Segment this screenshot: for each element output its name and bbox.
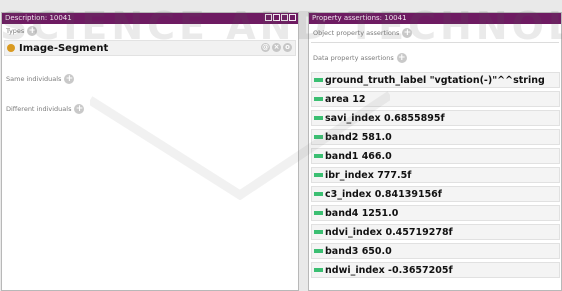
data-property-icon (314, 211, 323, 215)
add-same-individual-icon[interactable]: + (64, 74, 75, 84)
section-divider (311, 42, 559, 43)
different-individuals-label: Different individuals (6, 105, 72, 113)
add-data-property-icon[interactable]: + (396, 53, 407, 63)
data-property-icon (314, 192, 323, 196)
data-property-assertion: c3_index 0.84139156f (325, 188, 442, 200)
add-object-property-icon[interactable]: + (402, 28, 413, 38)
data-property-icon (314, 154, 323, 158)
object-property-label: Object property assertions (313, 29, 400, 37)
close-icon[interactable] (289, 14, 296, 21)
type-item-actions: @ × o (261, 43, 292, 52)
description-title: Description: 10041 (5, 14, 72, 22)
add-different-individual-icon[interactable]: + (74, 104, 85, 114)
data-property-section: Data property assertions + (309, 47, 561, 69)
class-icon (7, 44, 15, 52)
same-individuals-label: Same individuals (6, 75, 62, 83)
types-label: Types (6, 27, 25, 35)
data-property-assertion: ndwi_index -0.3657205f (325, 264, 453, 276)
data-property-row[interactable]: ibr_index 777.5f (311, 167, 560, 183)
maximize-icon[interactable] (281, 14, 288, 21)
data-property-icon (314, 249, 323, 253)
data-property-row[interactable]: band2 581.0 (311, 129, 560, 145)
info-icon[interactable]: @ (261, 43, 270, 52)
data-property-assertion: ndvi_index 0.45719278f (325, 226, 453, 238)
data-property-row[interactable]: band1 466.0 (311, 148, 560, 164)
object-property-section: Object property assertions + (309, 24, 561, 42)
data-property-assertion: ground_truth_label "vgtation(-)"^^string (325, 74, 545, 86)
data-property-assertion: savi_index 0.6855895f (325, 112, 445, 124)
data-property-icon (314, 78, 323, 82)
type-item[interactable]: Image-Segment @ × o (4, 40, 296, 56)
data-property-assertion: band3 650.0 (325, 245, 392, 257)
minimize-icon[interactable] (273, 14, 280, 21)
edit-icon[interactable]: o (283, 43, 292, 52)
data-property-row[interactable]: band4 1251.0 (311, 205, 560, 221)
window-controls (265, 14, 296, 21)
data-property-icon (314, 230, 323, 234)
data-property-icon (314, 97, 323, 101)
property-assertions-panel: Property assertions: 10041 Object proper… (308, 12, 562, 291)
data-property-row[interactable]: ndwi_index -0.3657205f (311, 262, 560, 278)
data-property-assertion: band2 581.0 (325, 131, 392, 143)
type-item-label: Image-Segment (19, 42, 109, 54)
data-property-row[interactable]: c3_index 0.84139156f (311, 186, 560, 202)
property-assertions-titlebar: Property assertions: 10041 (309, 13, 561, 24)
types-section: Types + (2, 24, 298, 38)
data-property-row[interactable]: area 12 (311, 91, 560, 107)
property-assertions-title: Property assertions: 10041 (312, 14, 407, 22)
pin-icon[interactable] (265, 14, 272, 21)
different-individuals-section: Different individuals + (2, 102, 298, 116)
data-property-icon (314, 135, 323, 139)
data-property-icon (314, 116, 323, 120)
data-property-assertion: area 12 (325, 93, 366, 105)
data-property-row[interactable]: band3 650.0 (311, 243, 560, 259)
data-property-list: ground_truth_label "vgtation(-)"^^string… (309, 72, 561, 278)
data-property-row[interactable]: savi_index 0.6855895f (311, 110, 560, 126)
data-property-label: Data property assertions (313, 54, 394, 62)
description-panel: Description: 10041 Types + Image-Segment… (1, 12, 299, 291)
delete-icon[interactable]: × (272, 43, 281, 52)
data-property-icon (314, 173, 323, 177)
add-type-icon[interactable]: + (27, 26, 38, 36)
data-property-assertion: band1 466.0 (325, 150, 392, 162)
app-window: Description: 10041 Types + Image-Segment… (0, 0, 562, 291)
description-titlebar: Description: 10041 (2, 13, 298, 24)
data-property-row[interactable]: ground_truth_label "vgtation(-)"^^string (311, 72, 560, 88)
same-individuals-section: Same individuals + (2, 72, 298, 86)
data-property-row[interactable]: ndvi_index 0.45719278f (311, 224, 560, 240)
data-property-icon (314, 268, 323, 272)
data-property-assertion: band4 1251.0 (325, 207, 399, 219)
data-property-assertion: ibr_index 777.5f (325, 169, 412, 181)
